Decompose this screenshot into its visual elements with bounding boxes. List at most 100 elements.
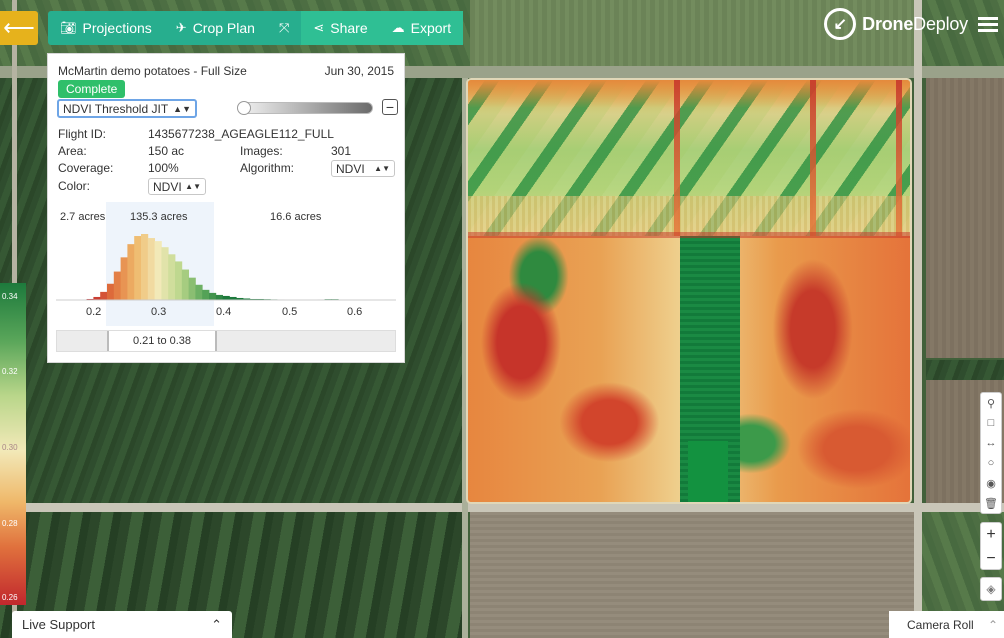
images-value: 301	[331, 144, 352, 158]
export-label: Export	[410, 20, 452, 36]
algorithm-value: NDVI	[336, 161, 365, 176]
ndvi-divider	[468, 232, 910, 238]
field-bottom-mid	[470, 512, 914, 638]
top-toolbar: 📷︎ Projections ✈ Crop Plan ⤧ ⋖ Share ☁ E…	[48, 11, 464, 45]
updown-arrow-icon: ▲▼	[173, 103, 191, 114]
algorithm-select[interactable]: NDVI ▲▼	[331, 160, 395, 177]
distance-arrows-icon[interactable]: ↔	[981, 433, 1001, 453]
share-label: Share	[330, 20, 368, 36]
projections-button[interactable]: 📷︎ Projections	[48, 11, 164, 45]
images-label: Images:	[240, 144, 283, 158]
histogram-bar	[188, 277, 196, 300]
brand: ↙ DroneDeploy	[824, 8, 998, 40]
histogram-bar	[120, 257, 128, 300]
hamburger-menu-icon[interactable]	[978, 16, 998, 32]
crop-plan-label: Crop Plan	[192, 20, 255, 36]
x-tick-label: 0.3	[151, 306, 167, 318]
histogram-bar	[141, 234, 149, 300]
ndvi-top-section	[468, 80, 910, 236]
range-selection-handle[interactable]: 0.21 to 0.38	[107, 331, 217, 351]
projections-label: Projections	[82, 20, 152, 36]
field-right-mid	[926, 360, 1004, 380]
histogram-bar	[195, 284, 203, 300]
histogram-bar	[100, 291, 108, 300]
map-info-panel: McMartin demo potatoes - Full Size Jun 3…	[47, 53, 405, 363]
camera-roll-bar[interactable]: Camera Roll ⌃	[889, 611, 1004, 638]
field-right-top	[926, 78, 1004, 358]
legend-value: 0.30	[2, 443, 18, 452]
arrow-left-icon: ⟵	[3, 15, 35, 40]
legend-value: 0.32	[2, 367, 18, 376]
algorithm-label: Algorithm:	[240, 161, 295, 175]
layers-button[interactable]: ◈	[980, 577, 1002, 601]
fullscreen-button[interactable]: ⤧	[267, 11, 301, 45]
camera-roll-label: Camera Roll	[907, 617, 974, 632]
annotation-tools: ⚲ □ ↔ ○ ◉ 🗑︎	[980, 392, 1002, 514]
histogram-bar	[113, 271, 121, 300]
updown-arrow-icon: ▲▼	[374, 164, 390, 173]
histogram-bar	[181, 269, 189, 300]
share-button[interactable]: ⋖ Share	[301, 11, 380, 45]
slider-knob[interactable]	[237, 101, 251, 115]
flight-id-value: 1435677238_AGEAGLE112_FULL	[148, 127, 334, 141]
status-badge: Complete	[58, 80, 126, 98]
histogram-bar	[215, 294, 223, 300]
flight-id-label: Flight ID:	[58, 127, 107, 141]
zoom-in-button[interactable]: +	[981, 523, 1001, 547]
ndvi-line	[674, 80, 680, 236]
location-pin-icon[interactable]: ⚲	[981, 393, 1001, 413]
live-support-bar[interactable]: Live Support ⌃	[12, 611, 232, 638]
x-tick-label: 0.2	[86, 306, 102, 318]
x-tick-label: 0.6	[347, 306, 363, 318]
export-button[interactable]: ☁ Export	[379, 11, 464, 45]
trash-icon[interactable]: 🗑︎	[981, 493, 1001, 513]
crop-plan-button[interactable]: ✈ Crop Plan	[164, 11, 267, 45]
color-select[interactable]: NDVI ▲▼	[148, 178, 206, 195]
x-tick-label: 0.4	[216, 306, 232, 318]
brand-name: DroneDeploy	[862, 13, 968, 34]
ndvi-line	[810, 80, 816, 236]
cloud-upload-icon: ☁	[391, 20, 405, 35]
range-text: 0.21 to 0.38	[132, 335, 192, 347]
zoom-controls: + −	[980, 522, 1002, 570]
x-tick-label: 0.5	[282, 306, 298, 318]
dronedeploy-logo-icon: ↙	[824, 8, 857, 40]
histogram-bar	[222, 295, 230, 300]
range-selector[interactable]: 0.21 to 0.38	[56, 330, 396, 352]
expand-icon: ⤧	[278, 20, 290, 35]
layer-select-value: NDVI Threshold JIT	[63, 101, 169, 116]
histogram-bar	[107, 283, 115, 300]
ndvi-color-legend: 0.34 0.32 0.30 0.28 0.26	[0, 283, 26, 605]
legend-value: 0.34	[2, 292, 18, 301]
histogram-bar	[134, 236, 142, 300]
map-title: McMartin demo potatoes - Full Size	[58, 64, 247, 78]
plane-icon: ✈	[175, 20, 187, 35]
histogram-bar	[175, 261, 183, 300]
road-vertical-right	[914, 0, 922, 638]
color-value: NDVI	[153, 179, 182, 194]
circle-icon[interactable]: ○	[981, 453, 1001, 473]
coverage-label: Coverage:	[58, 161, 114, 175]
map-date: Jun 30, 2015	[324, 64, 394, 78]
chevron-up-icon: ⌃	[987, 617, 998, 632]
opacity-slider[interactable]	[237, 101, 373, 115]
area-label: Area:	[58, 144, 87, 158]
histogram-bar	[168, 254, 176, 300]
ndvi-line	[896, 80, 902, 236]
ndvi-field-overlay[interactable]	[468, 80, 910, 502]
zoom-out-button[interactable]: −	[981, 547, 1001, 571]
coverage-value: 100%	[148, 161, 179, 175]
histogram-bar	[154, 241, 162, 300]
back-button[interactable]: ⟵	[0, 11, 38, 45]
color-label: Color:	[58, 179, 91, 193]
live-support-label: Live Support	[22, 617, 95, 632]
collapse-button[interactable]: −	[382, 99, 398, 115]
ndvi-green-block	[680, 236, 740, 502]
ndvi-histogram: 2.7 acres 135.3 acres 16.6 acres 0.2 0.3…	[56, 202, 396, 330]
histogram-bar	[147, 238, 155, 300]
updown-arrow-icon: ▲▼	[185, 182, 201, 191]
area-square-icon[interactable]: □	[981, 413, 1001, 433]
camera-icon: 📷︎	[60, 20, 77, 35]
eye-icon[interactable]: ◉	[981, 473, 1001, 493]
layer-select[interactable]: NDVI Threshold JIT ▲▼	[57, 99, 197, 118]
